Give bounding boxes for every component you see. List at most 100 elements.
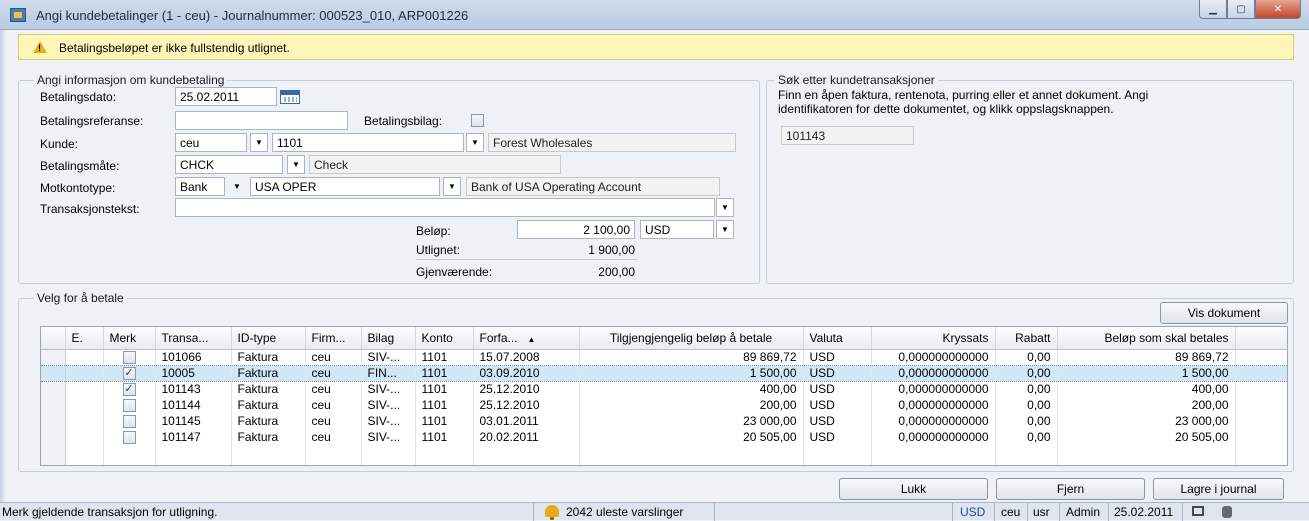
status-company[interactable]: ceu	[1001, 505, 1020, 519]
calendar-icon[interactable]	[280, 90, 300, 104]
offset-type-field[interactable]: Bank	[175, 177, 225, 196]
col-header-idtype[interactable]: ID-type	[231, 327, 306, 350]
col-header-e[interactable]: E.	[65, 327, 104, 350]
table-row[interactable]: 101145 Faktura ceu SIV-... 1101 03.01.2011 23 …	[41, 413, 1287, 429]
customer-name-field: Forest Wholesales	[488, 133, 736, 152]
mark-checkbox[interactable]	[122, 431, 136, 445]
status-separator	[1182, 503, 1183, 521]
col-header-transaction[interactable]: Transa...	[155, 327, 232, 350]
col-header-company[interactable]: Firm...	[305, 327, 362, 350]
close-window-button[interactable]: ✕	[1255, 0, 1301, 19]
transaction-text-dropdown[interactable]: ▼	[716, 198, 734, 217]
cell-transaction: 101143	[155, 381, 232, 397]
save-to-journal-button[interactable]: Lagre i journal	[1153, 478, 1284, 500]
empty-cell	[803, 461, 872, 465]
table-row[interactable]: ✓ 101143 Faktura ceu SIV-... 1101 25.12.2010 40…	[41, 381, 1287, 397]
col-header-amount-to-pay[interactable]: Beløp som skal betales	[1057, 327, 1236, 350]
empty-cell	[305, 445, 362, 461]
offset-account-field[interactable]: USA OPER	[250, 177, 440, 196]
empty-cell	[155, 445, 232, 461]
customer-account-dropdown[interactable]: ▼	[466, 133, 484, 152]
cell-transaction: 10005	[155, 364, 232, 382]
cell-cross-rate: 0,000000000000	[871, 413, 996, 429]
transaction-text-field[interactable]	[175, 198, 715, 217]
row-header[interactable]	[41, 413, 66, 429]
col-header-account[interactable]: Konto	[415, 327, 474, 350]
transactions-grid[interactable]: E. Merk Transa... ID-type Firm... Bilag …	[40, 326, 1288, 466]
cell-currency: USD	[803, 349, 872, 365]
table-row[interactable]: 101144 Faktura ceu SIV-... 1101 25.12.2010 200…	[41, 397, 1287, 413]
cell-transaction: 101066	[155, 349, 232, 365]
col-header-discount[interactable]: Rabatt	[995, 327, 1058, 350]
row-header[interactable]	[41, 397, 66, 413]
table-row[interactable]: 101066 Faktura ceu SIV-... 1101 15.07.2008 89 …	[41, 349, 1287, 365]
row-header[interactable]	[41, 364, 66, 382]
status-user: Admin	[1066, 505, 1101, 519]
col-header-voucher[interactable]: Bilag	[361, 327, 416, 350]
method-dropdown[interactable]: ▼	[287, 155, 305, 174]
cell-amount-to-pay: 20 505,00	[1057, 429, 1236, 445]
offset-type-dropdown[interactable]: ▼	[228, 177, 246, 196]
customer-company-field[interactable]: ceu	[175, 133, 247, 152]
col-header-due-date[interactable]: Forfa... ▲	[473, 327, 580, 350]
cell-account: 1101	[415, 429, 474, 445]
table-row[interactable]: ✓ 10005 Faktura ceu FIN... 1101 03.09.2010 1 50…	[41, 364, 1287, 382]
cell-due-date: 25.12.2010	[473, 397, 580, 413]
warning-text: Betalingsbeløpet er ikke fullstendig utl…	[59, 41, 290, 55]
currency-dropdown[interactable]: ▼	[716, 220, 734, 239]
status-separator	[994, 503, 995, 521]
cell-idtype: Faktura	[231, 413, 306, 429]
search-field[interactable]: 101143	[781, 126, 914, 145]
database-icon[interactable]	[1222, 506, 1232, 518]
status-alerts[interactable]: 2042 uleste varslinger	[566, 505, 683, 519]
payment-date-field[interactable]: 25.02.2011	[175, 87, 277, 106]
row-header[interactable]	[41, 429, 66, 445]
mark-checkbox[interactable]	[122, 415, 136, 429]
mark-checkbox[interactable]	[122, 399, 136, 413]
cell-voucher: SIV-...	[361, 429, 416, 445]
cell-voucher: SIV-...	[361, 349, 416, 365]
customer-company-dropdown[interactable]: ▼	[250, 133, 268, 152]
offset-account-dropdown[interactable]: ▼	[443, 177, 461, 196]
mark-checkbox[interactable]: ✓	[122, 383, 136, 397]
view-document-button[interactable]: Vis dokument	[1160, 302, 1288, 324]
row-header[interactable]	[41, 381, 66, 397]
cell-company: ceu	[305, 429, 362, 445]
payment-voucher-checkbox[interactable]	[471, 114, 484, 127]
status-date[interactable]: 25.02.2011	[1114, 505, 1173, 519]
settled-label: Utlignet:	[416, 243, 461, 257]
table-row[interactable]: 101147 Faktura ceu SIV-... 1101 20.02.2011 20 …	[41, 429, 1287, 445]
alert-bell-icon[interactable]	[545, 505, 559, 520]
search-title: Søk etter kundetransaksjoner	[775, 73, 938, 87]
cell-discount: 0,00	[995, 429, 1058, 445]
maximize-button[interactable]: ▢	[1227, 0, 1255, 19]
mark-checkbox[interactable]: ✓	[122, 367, 136, 380]
cell-due-date: 03.01.2011	[473, 413, 580, 429]
close-button[interactable]: Lukk	[839, 478, 988, 500]
cell-amount-to-pay: 400,00	[1057, 381, 1236, 397]
cell-idtype: Faktura	[231, 349, 306, 365]
minimize-button[interactable]: ▁	[1199, 0, 1227, 19]
col-header-currency[interactable]: Valuta	[803, 327, 872, 350]
status-currency[interactable]: USD	[960, 505, 985, 519]
col-header-cross-rate[interactable]: Kryssats	[871, 327, 996, 350]
warning-bar: ! Betalingsbeløpet er ikke fullstendig u…	[18, 34, 1294, 60]
empty-cell	[1235, 461, 1287, 465]
status-bar: Merk gjeldende transaksjon for utligning…	[0, 502, 1309, 521]
title-bar[interactable]: Angi kundebetalinger (1 - ceu) - Journal…	[0, 0, 1309, 30]
empty-cell	[65, 461, 104, 465]
customer-account-field[interactable]: 1101	[272, 133, 464, 152]
col-header-available[interactable]: Tilgjengjengelig beløp å betale	[579, 327, 804, 350]
amount-field[interactable]: 2 100,00	[517, 220, 635, 239]
currency-field[interactable]: USD	[640, 220, 714, 239]
payment-info-title: Angi informasjon om kundebetaling	[34, 73, 228, 87]
method-code-field[interactable]: CHCK	[175, 155, 283, 174]
computer-icon[interactable]	[1192, 506, 1204, 516]
cell-discount: 0,00	[995, 364, 1058, 382]
col-header-mark[interactable]: Merk	[103, 327, 156, 350]
payment-ref-field[interactable]	[175, 111, 348, 130]
mark-checkbox[interactable]	[122, 351, 136, 365]
transaction-text-label: Transaksjonstekst:	[40, 202, 140, 216]
remove-button[interactable]: Fjern	[996, 478, 1145, 500]
row-header[interactable]	[41, 349, 66, 365]
